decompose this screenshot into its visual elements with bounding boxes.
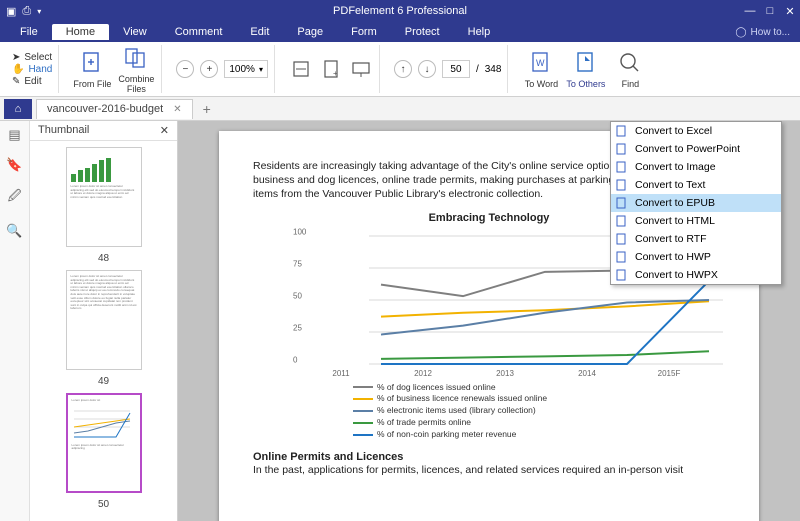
svg-text:+: + bbox=[333, 69, 338, 78]
convert-option[interactable]: Convert to EPUB bbox=[611, 194, 781, 212]
convert-option[interactable]: Convert to Image bbox=[611, 158, 781, 176]
howto-link[interactable]: ◯How to... bbox=[735, 27, 790, 38]
title-bar: ▣ ⎙ ▾ PDFelement 6 Professional — □ ✕ bbox=[0, 0, 800, 22]
edit-tool[interactable]: ✎Edit bbox=[12, 76, 52, 87]
zoom-in-button[interactable]: + bbox=[200, 60, 218, 78]
word-icon: W bbox=[527, 49, 555, 77]
hand-icon: ✋ bbox=[12, 64, 24, 75]
page-number-input[interactable]: 50 bbox=[442, 60, 470, 78]
body-paragraph: In the past, applications for permits, l… bbox=[253, 463, 725, 477]
thumb-number: 48 bbox=[98, 253, 109, 264]
export-icon bbox=[572, 49, 600, 77]
close-icon[interactable]: ✕ bbox=[784, 5, 796, 18]
app-icon: ▣ bbox=[6, 5, 16, 18]
to-word-button[interactable]: W To Word bbox=[522, 49, 560, 89]
menu-comment[interactable]: Comment bbox=[161, 24, 237, 40]
convert-option[interactable]: Convert to Text bbox=[611, 176, 781, 194]
menu-file[interactable]: File bbox=[6, 24, 52, 40]
menu-form[interactable]: Form bbox=[337, 24, 391, 40]
page-canvas[interactable]: Residents are increasingly taking advant… bbox=[178, 121, 800, 521]
xtick: 2011 bbox=[332, 369, 349, 378]
ytick: 50 bbox=[293, 291, 302, 300]
side-toolbar: ▤ 🔖 🖉 🔍 bbox=[0, 121, 30, 521]
thumbnail-close-icon[interactable]: ✕ bbox=[160, 124, 169, 137]
svg-text:W: W bbox=[536, 58, 545, 68]
ytick: 25 bbox=[293, 323, 302, 332]
print-icon[interactable]: ⎙ bbox=[22, 5, 31, 18]
fit-page-button[interactable]: + bbox=[319, 57, 343, 81]
ytick: 100 bbox=[293, 227, 306, 236]
page-sep: / bbox=[476, 64, 479, 75]
home-tab-icon[interactable]: ⌂ bbox=[4, 99, 32, 119]
menu-view[interactable]: View bbox=[109, 24, 161, 40]
document-tab-label: vancouver-2016-budget bbox=[47, 103, 163, 115]
page-thumb[interactable]: Lorem ipsum dolor sit amet consectetur a… bbox=[66, 270, 142, 370]
ytick: 0 bbox=[293, 355, 297, 364]
combine-files-button[interactable]: Combine Files bbox=[117, 44, 155, 94]
undo-overflow-icon[interactable]: ▾ bbox=[37, 7, 41, 16]
bookmark-panel-button[interactable]: 🔖 bbox=[6, 157, 22, 173]
zoom-combo[interactable]: 100%▾ bbox=[224, 60, 268, 78]
new-tab-button[interactable]: + bbox=[197, 101, 217, 117]
convert-option[interactable]: Convert to HWP bbox=[611, 248, 781, 266]
xtick: 2013 bbox=[496, 369, 514, 378]
to-others-menu: Convert to ExcelConvert to PowerPointCon… bbox=[610, 121, 782, 285]
bulb-icon: ◯ bbox=[735, 27, 746, 38]
pencil-icon: ✎ bbox=[12, 76, 20, 87]
section-heading: Online Permits and Licences bbox=[253, 451, 725, 463]
hand-tool[interactable]: ✋Hand bbox=[12, 64, 52, 75]
page-down-button[interactable]: ↓ bbox=[418, 60, 436, 78]
attachment-panel-button[interactable]: 🖉 bbox=[8, 187, 22, 209]
convert-option[interactable]: Convert to Excel bbox=[611, 122, 781, 140]
xtick: 2014 bbox=[578, 369, 596, 378]
page-up-button[interactable]: ↑ bbox=[394, 60, 412, 78]
thumbnail-panel: Thumbnail ✕ Lorem ipsum dolor sit amet c… bbox=[30, 121, 178, 521]
page-thumb[interactable]: Lorem ipsum dolor sit Lorem ipsum dolor … bbox=[66, 393, 142, 493]
app-title: PDFelement 6 Professional bbox=[333, 5, 467, 17]
thumb-number: 50 bbox=[98, 499, 109, 510]
minimize-icon[interactable]: — bbox=[744, 5, 756, 17]
to-others-button[interactable]: To Others bbox=[566, 49, 605, 89]
page-thumb[interactable]: Lorem ipsum dolor sit amet consectetur a… bbox=[66, 147, 142, 247]
file-plus-icon bbox=[78, 49, 106, 77]
convert-option[interactable]: Convert to RTF bbox=[611, 230, 781, 248]
select-tool[interactable]: ➤Select bbox=[12, 52, 52, 63]
ribbon: ➤Select ✋Hand ✎Edit From File Combine Fi… bbox=[0, 42, 800, 97]
chart-legend: % of dog licences issued online % of bus… bbox=[353, 382, 725, 441]
zoom-out-button[interactable]: − bbox=[176, 60, 194, 78]
xtick: 2015F bbox=[658, 369, 681, 378]
menu-page[interactable]: Page bbox=[283, 24, 337, 40]
tab-close-icon[interactable]: ✕ bbox=[173, 104, 181, 115]
menu-home[interactable]: Home bbox=[52, 24, 109, 40]
cursor-icon: ➤ bbox=[12, 52, 20, 63]
maximize-icon[interactable]: □ bbox=[764, 5, 776, 17]
convert-option[interactable]: Convert to PowerPoint bbox=[611, 140, 781, 158]
from-file-button[interactable]: From File bbox=[73, 49, 111, 89]
menu-help[interactable]: Help bbox=[454, 24, 505, 40]
ytick: 75 bbox=[293, 259, 302, 268]
menu-protect[interactable]: Protect bbox=[391, 24, 454, 40]
convert-option[interactable]: Convert to HTML bbox=[611, 212, 781, 230]
document-tab[interactable]: vancouver-2016-budget ✕ bbox=[36, 99, 193, 119]
find-button[interactable]: Find bbox=[611, 49, 649, 89]
combine-icon bbox=[122, 44, 150, 72]
menu-bar: File Home View Comment Edit Page Form Pr… bbox=[0, 22, 800, 42]
workspace: ▤ 🔖 🖉 🔍 Thumbnail ✕ Lorem ipsum dolor si… bbox=[0, 121, 800, 521]
menu-edit[interactable]: Edit bbox=[236, 24, 283, 40]
search-panel-button[interactable]: 🔍 bbox=[6, 223, 22, 239]
magnifier-icon bbox=[616, 49, 644, 77]
thumbnail-panel-button[interactable]: ▤ bbox=[8, 127, 20, 143]
xtick: 2012 bbox=[414, 369, 432, 378]
convert-option[interactable]: Convert to HWPX bbox=[611, 266, 781, 284]
page-total: 348 bbox=[485, 64, 502, 75]
thumb-number: 49 bbox=[98, 376, 109, 387]
fit-width-button[interactable] bbox=[289, 57, 313, 81]
thumbnail-title: Thumbnail bbox=[38, 124, 89, 137]
presentation-button[interactable] bbox=[349, 57, 373, 81]
document-tabs: ⌂ vancouver-2016-budget ✕ + bbox=[0, 97, 800, 121]
